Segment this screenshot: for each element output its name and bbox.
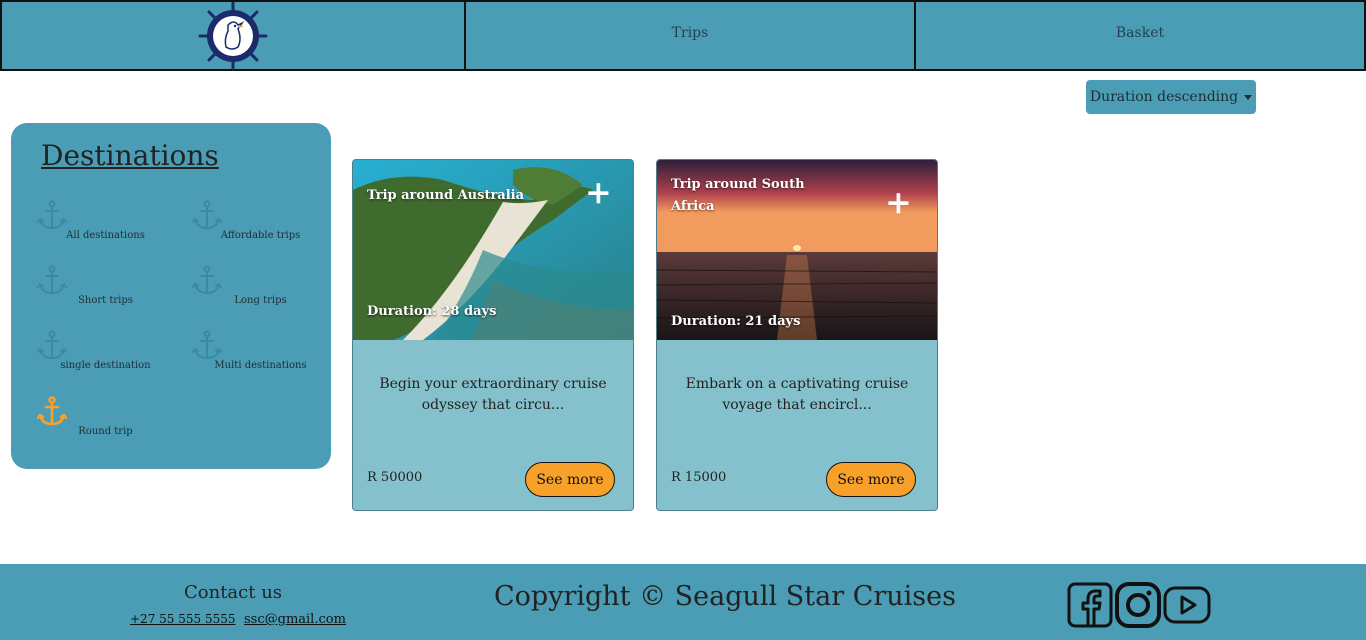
add-to-basket-icon[interactable]: + <box>885 186 912 218</box>
footer: Contact us +27 55 555 5555 ssc@gmail.com… <box>0 564 1366 640</box>
filter-label: Round trip <box>78 426 133 437</box>
contact-phone-link[interactable]: +27 55 555 5555 <box>130 612 235 626</box>
anchor-icon <box>37 200 67 230</box>
seagull-ship-wheel-logo-icon <box>198 1 268 70</box>
filter-round-trip[interactable]: Round trip <box>23 396 173 456</box>
trip-image-south-africa[interactable]: Trip around South Africa + Duration: 21 … <box>657 160 937 340</box>
filter-label: Short trips <box>78 295 133 306</box>
filter-label: Affordable trips <box>220 230 301 241</box>
filter-multi-destinations[interactable]: Multi destinations <box>178 330 328 390</box>
nav-basket-label: Basket <box>1115 24 1165 41</box>
nav-trips[interactable]: Trips <box>466 0 916 71</box>
nav-basket[interactable]: Basket <box>916 0 1366 71</box>
filter-label: Multi destinations <box>214 360 307 371</box>
anchor-icon <box>192 200 222 230</box>
trip-card: Trip around Australia + Duration: 28 day… <box>352 159 634 511</box>
anchor-icon <box>37 330 67 360</box>
top-nav: Trips Basket <box>0 0 1366 71</box>
filter-short-trips[interactable]: Short trips <box>23 265 173 325</box>
sort-dropdown-label: Duration descending <box>1089 89 1239 105</box>
filter-label: single destination <box>60 360 151 371</box>
trip-duration: Duration: 28 days <box>367 304 497 319</box>
nav-trips-label: Trips <box>671 24 709 41</box>
anchor-icon <box>192 265 222 295</box>
trip-title: Trip around South Africa <box>671 177 805 214</box>
contact-email-link[interactable]: ssc@gmail.com <box>244 612 346 627</box>
see-more-button[interactable]: See more <box>525 462 615 497</box>
sort-dropdown[interactable]: Duration descending <box>1086 80 1256 114</box>
destinations-panel: Destinations All destinations Affordable… <box>11 123 331 469</box>
trip-card: Trip around South Africa + Duration: 21 … <box>656 159 938 511</box>
trip-description: Begin your extraordinary cruise odyssey … <box>379 376 607 413</box>
filter-affordable-trips[interactable]: Affordable trips <box>178 200 328 260</box>
filter-label: All destinations <box>66 230 145 241</box>
anchor-icon <box>192 330 222 360</box>
trip-price: R 50000 <box>367 470 423 485</box>
add-to-basket-icon[interactable]: + <box>585 176 612 208</box>
see-more-button[interactable]: See more <box>826 462 916 497</box>
trip-title: Trip around Australia <box>367 188 525 203</box>
filter-all-destinations[interactable]: All destinations <box>23 200 173 260</box>
nav-home-logo[interactable] <box>0 0 466 71</box>
anchor-icon-active <box>37 396 67 426</box>
chevron-down-icon <box>1244 94 1253 100</box>
trip-price: R 15000 <box>671 470 727 485</box>
filter-label: Long trips <box>234 295 287 306</box>
contact-title: Contact us <box>184 582 283 603</box>
copyright-text: Copyright © Seagull Star Cruises <box>494 581 956 612</box>
instagram-icon[interactable] <box>1115 582 1161 628</box>
trip-duration: Duration: 21 days <box>671 314 801 329</box>
facebook-icon[interactable] <box>1067 582 1113 628</box>
filter-single-destination[interactable]: single destination <box>23 330 173 390</box>
trip-image-australia[interactable]: Trip around Australia + Duration: 28 day… <box>353 160 633 340</box>
anchor-icon <box>37 265 67 295</box>
youtube-icon[interactable] <box>1163 582 1211 628</box>
destinations-title: Destinations <box>41 139 219 172</box>
trip-description: Embark on a captivating cruise voyage th… <box>685 376 909 413</box>
filter-long-trips[interactable]: Long trips <box>178 265 328 325</box>
